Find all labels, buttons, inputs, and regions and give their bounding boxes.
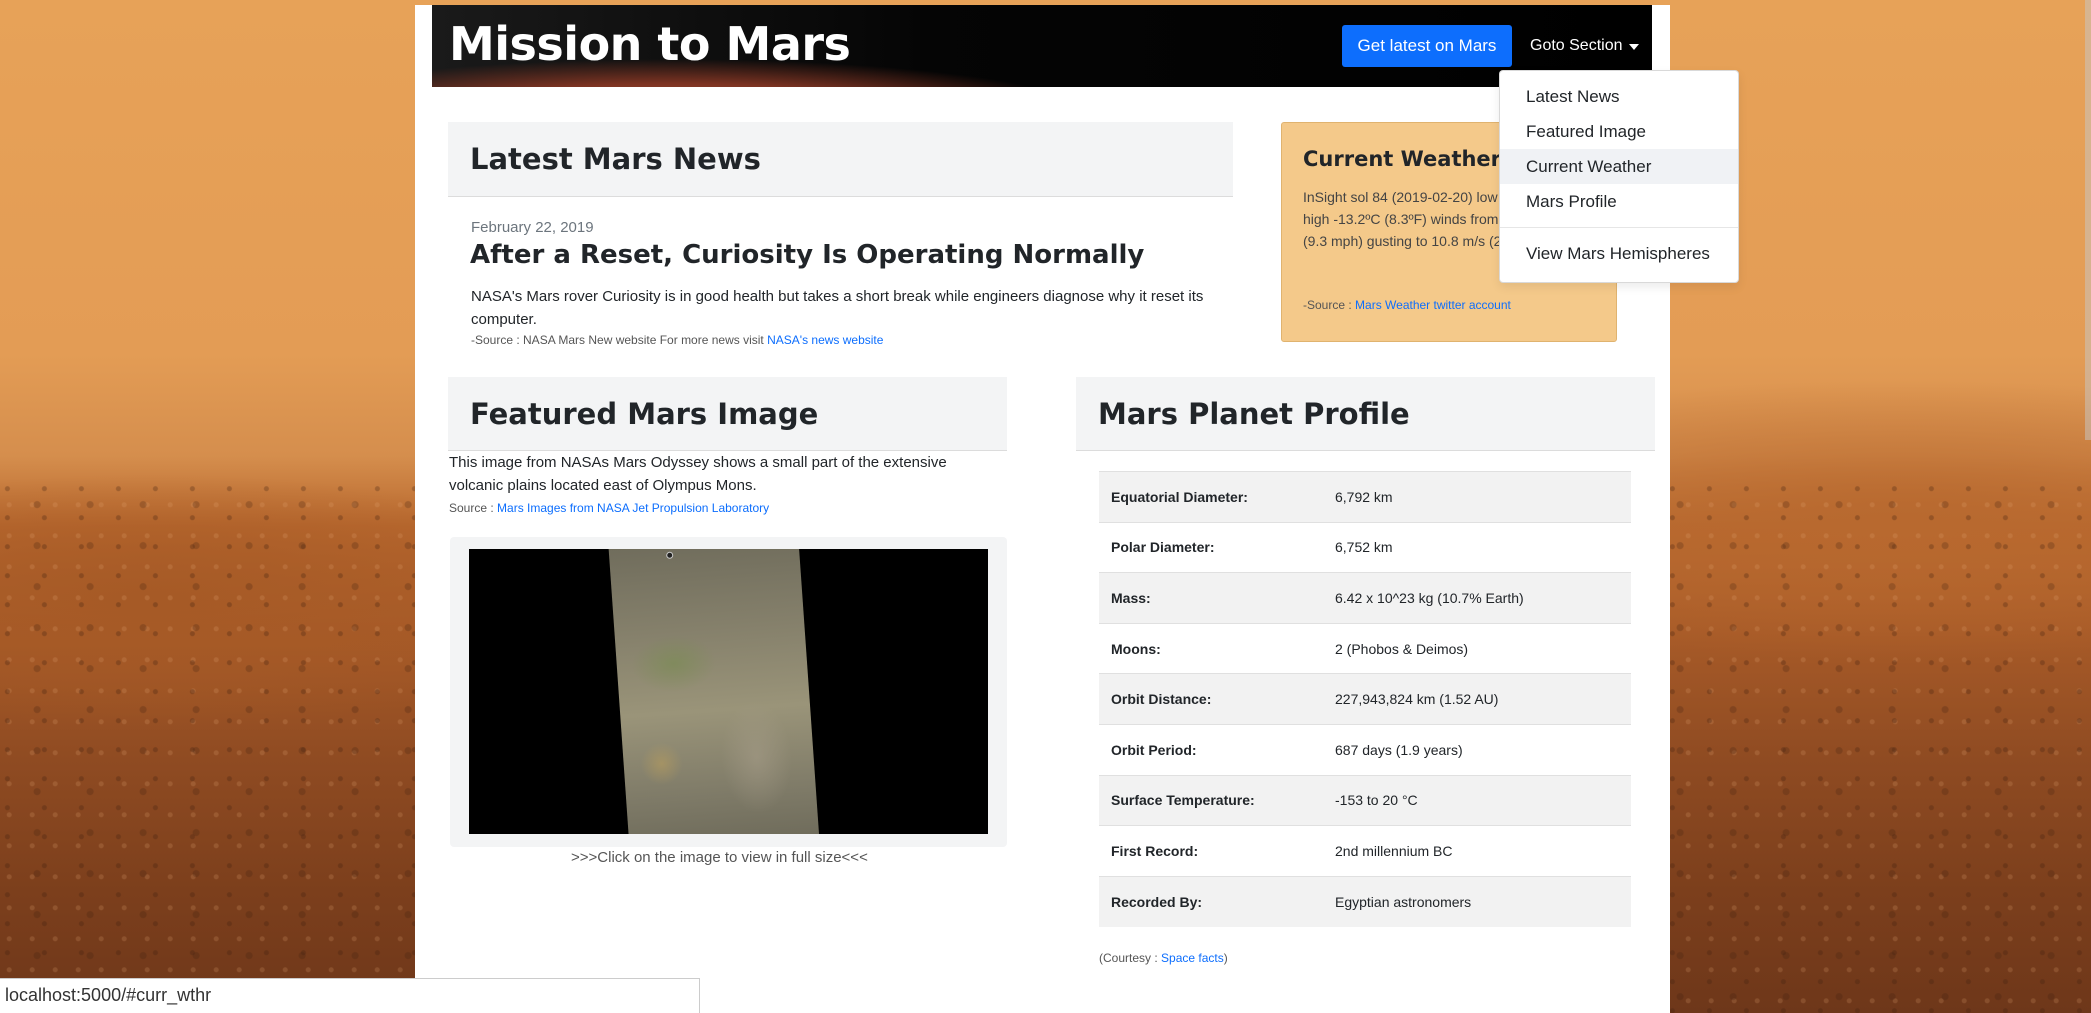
- get-latest-button[interactable]: Get latest on Mars: [1342, 25, 1512, 67]
- weather-twitter-link[interactable]: Mars Weather twitter account: [1355, 298, 1511, 312]
- news-date: February 22, 2019: [471, 219, 594, 236]
- featured-source-prefix: Source :: [449, 501, 498, 515]
- goto-section-label: Goto Section: [1530, 37, 1623, 54]
- news-header: Latest Mars News: [448, 122, 1233, 197]
- profile-key: Polar Diameter:: [1111, 539, 1215, 556]
- table-row: Mass: 6.42 x 10^23 kg (10.7% Earth): [1099, 572, 1631, 624]
- table-row: Orbit Distance: 227,943,824 km (1.52 AU): [1099, 673, 1631, 725]
- news-source: -Source : NASA Mars New website For more…: [471, 331, 1211, 349]
- profile-key: Orbit Distance:: [1111, 691, 1212, 708]
- jpl-images-link[interactable]: Mars Images from NASA Jet Propulsion Lab…: [497, 501, 769, 515]
- table-row: Recorded By: Egyptian astronomers: [1099, 876, 1631, 927]
- profile-header: Mars Planet Profile: [1076, 377, 1655, 451]
- profile-courtesy: (Courtesy : Space facts): [1099, 951, 1228, 965]
- profile-key: Moons:: [1111, 640, 1161, 657]
- profile-key: Surface Temperature:: [1111, 792, 1255, 809]
- featured-header: Featured Mars Image: [448, 377, 1007, 451]
- profile-key: First Record:: [1111, 842, 1199, 859]
- menu-item-mars-profile[interactable]: Mars Profile: [1500, 184, 1738, 219]
- weather-source-prefix: -Source :: [1303, 298, 1356, 312]
- goto-section-menu: Latest News Featured Image Current Weath…: [1499, 70, 1739, 283]
- weather-source: -Source : Mars Weather twitter account: [1303, 298, 1511, 312]
- table-row: Orbit Period: 687 days (1.9 years): [1099, 724, 1631, 775]
- profile-value: 6.42 x 10^23 kg (10.7% Earth): [1335, 589, 1524, 606]
- caret-down-icon: [1628, 44, 1639, 50]
- profile-key: Mass:: [1111, 589, 1151, 606]
- profile-value: 2nd millennium BC: [1335, 842, 1453, 859]
- page-title: Mission to Mars: [449, 17, 851, 71]
- profile-value: 6,792 km: [1335, 488, 1393, 505]
- table-row: Equatorial Diameter: 6,792 km: [1099, 471, 1631, 523]
- featured-source: Source : Mars Images from NASA Jet Propu…: [449, 501, 769, 515]
- crater-mark: [665, 551, 674, 559]
- image-surface-strip: [607, 549, 821, 834]
- profile-value: Egyptian astronomers: [1335, 893, 1472, 910]
- profile-value: 2 (Phobos & Deimos): [1335, 640, 1469, 657]
- news-teaser: NASA's Mars rover Curiosity is in good h…: [471, 288, 1204, 328]
- status-bar-url: localhost:5000/#curr_wthr: [0, 978, 700, 1013]
- featured-mars-image[interactable]: [469, 549, 988, 834]
- table-row: Moons: 2 (Phobos & Deimos): [1099, 623, 1631, 674]
- profile-heading: Mars Planet Profile: [1098, 397, 1410, 431]
- featured-image-frame: [450, 537, 1007, 847]
- profile-key: Recorded By:: [1111, 893, 1203, 910]
- news-heading: Latest Mars News: [470, 142, 761, 176]
- profile-value: 227,943,824 km (1.52 AU): [1335, 691, 1499, 708]
- profile-table: Equatorial Diameter: 6,792 km Polar Diamet…: [1099, 471, 1631, 927]
- menu-divider: [1500, 227, 1738, 228]
- table-row: First Record: 2nd millennium BC: [1099, 825, 1631, 877]
- menu-item-hemispheres[interactable]: View Mars Hemispheres: [1500, 236, 1738, 271]
- profile-value: -153 to 20 °C: [1335, 792, 1418, 809]
- profile-key: Equatorial Diameter:: [1111, 488, 1248, 505]
- profile-value: 687 days (1.9 years): [1335, 741, 1463, 758]
- nasa-news-link[interactable]: NASA's news website: [767, 333, 883, 347]
- scrollbar[interactable]: [2085, 0, 2091, 440]
- news-title: After a Reset, Curiosity Is Operating No…: [470, 240, 1145, 270]
- news-source-prefix: -Source : NASA Mars New website For more…: [471, 333, 768, 347]
- news-body: NASA's Mars rover Curiosity is in good h…: [471, 285, 1211, 349]
- table-row: Surface Temperature: -153 to 20 °C: [1099, 775, 1631, 826]
- header-banner: Mission to Mars Get latest on Mars Goto …: [432, 5, 1652, 87]
- featured-heading: Featured Mars Image: [470, 397, 819, 431]
- table-row: Polar Diameter: 6,752 km: [1099, 522, 1631, 573]
- menu-item-latest-news[interactable]: Latest News: [1500, 79, 1738, 114]
- profile-key: Orbit Period:: [1111, 741, 1197, 758]
- courtesy-prefix: (Courtesy :: [1099, 951, 1162, 965]
- courtesy-suffix: ): [1223, 951, 1228, 965]
- featured-description: This image from NASAs Mars Odyssey shows…: [449, 454, 947, 494]
- space-facts-link[interactable]: Space facts: [1161, 951, 1224, 965]
- image-caption: >>>Click on the image to view in full si…: [571, 849, 868, 866]
- goto-section-toggle[interactable]: Goto Section: [1530, 25, 1639, 67]
- profile-value: 6,752 km: [1335, 539, 1393, 556]
- menu-item-current-weather[interactable]: Current Weather: [1500, 149, 1738, 184]
- menu-item-featured-image[interactable]: Featured Image: [1500, 114, 1738, 149]
